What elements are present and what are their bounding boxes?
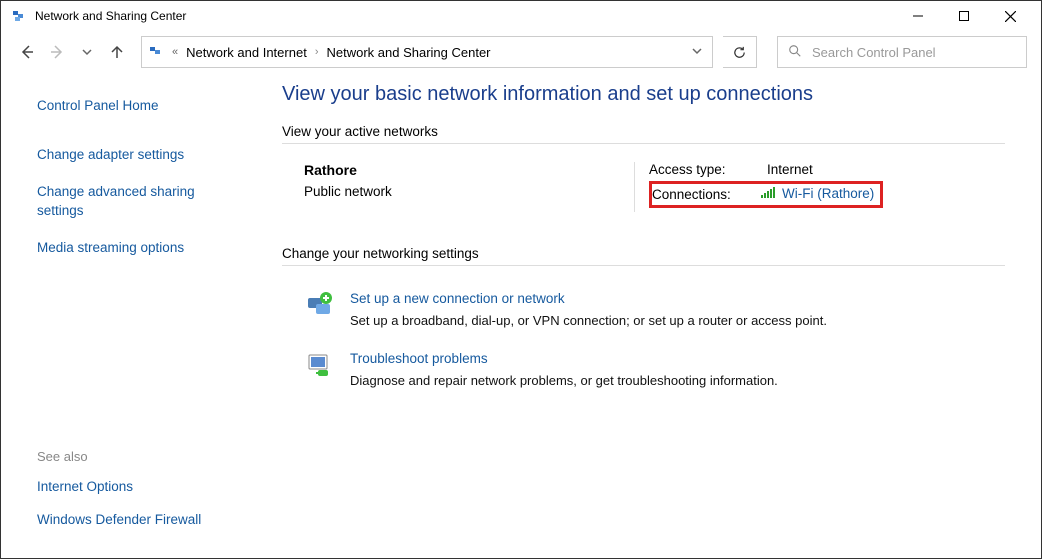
address-icon: [148, 44, 164, 60]
connections-label: Connections:: [652, 187, 752, 202]
address-bar[interactable]: « Network and Internet › Network and Sha…: [141, 36, 713, 68]
sidebar-internet-options[interactable]: Internet Options: [37, 478, 228, 497]
sidebar-adapter-settings[interactable]: Change adapter settings: [37, 146, 228, 165]
network-name: Rathore: [304, 162, 634, 178]
page-heading: View your basic network information and …: [282, 83, 1005, 106]
recent-dropdown[interactable]: [75, 40, 99, 64]
breadcrumb-item[interactable]: Network and Internet: [186, 45, 307, 60]
sidebar-home[interactable]: Control Panel Home: [37, 97, 228, 116]
breadcrumb-item[interactable]: Network and Sharing Center: [326, 45, 490, 60]
network-type: Public network: [304, 184, 634, 199]
window-title: Network and Sharing Center: [35, 9, 895, 23]
search-input[interactable]: [812, 45, 1016, 60]
chevron-right-icon: ›: [315, 46, 319, 58]
close-button[interactable]: [987, 1, 1033, 31]
sidebar-firewall[interactable]: Windows Defender Firewall: [37, 511, 228, 530]
access-type-label: Access type:: [649, 162, 749, 177]
troubleshoot-icon: [304, 350, 336, 382]
setup-connection-desc: Set up a broadband, dial-up, or VPN conn…: [350, 313, 827, 328]
forward-button[interactable]: [45, 40, 69, 64]
refresh-button[interactable]: [723, 36, 757, 68]
up-button[interactable]: [105, 40, 129, 64]
back-button[interactable]: [15, 40, 39, 64]
divider: [282, 143, 1005, 144]
troubleshoot-item: Troubleshoot problems Diagnose and repai…: [282, 344, 1005, 404]
minimize-button[interactable]: [895, 1, 941, 31]
connection-highlight: Connections: Wi-Fi (Rathore): [649, 181, 883, 208]
sidebar-media-streaming[interactable]: Media streaming options: [37, 239, 228, 258]
divider: [282, 265, 1005, 266]
maximize-button[interactable]: [941, 1, 987, 31]
change-settings-label: Change your networking settings: [282, 246, 1005, 261]
wifi-signal-icon: [760, 187, 776, 202]
setup-connection-icon: [304, 290, 336, 322]
active-networks-label: View your active networks: [282, 124, 1005, 139]
sidebar-advanced-sharing[interactable]: Change advanced sharing settings: [37, 183, 228, 221]
troubleshoot-link[interactable]: Troubleshoot problems: [350, 351, 488, 366]
search-icon: [788, 44, 802, 61]
setup-connection-link[interactable]: Set up a new connection or network: [350, 291, 565, 306]
breadcrumb-overflow-icon[interactable]: «: [172, 46, 178, 58]
troubleshoot-desc: Diagnose and repair network problems, or…: [350, 373, 778, 388]
search-box[interactable]: [777, 36, 1027, 68]
access-type-value: Internet: [767, 162, 813, 177]
setup-connection-item: Set up a new connection or network Set u…: [282, 284, 1005, 344]
connection-link[interactable]: Wi-Fi (Rathore): [782, 185, 874, 204]
app-icon: [11, 8, 27, 24]
see-also-label: See also: [37, 449, 228, 464]
sidebar: Control Panel Home Change adapter settin…: [1, 73, 246, 558]
toolbar: « Network and Internet › Network and Sha…: [1, 31, 1041, 73]
main-content: View your basic network information and …: [246, 73, 1041, 558]
address-dropdown[interactable]: [688, 46, 706, 59]
active-network-block: Rathore Public network Access type: Inte…: [282, 162, 1005, 232]
title-bar: Network and Sharing Center: [1, 1, 1041, 31]
